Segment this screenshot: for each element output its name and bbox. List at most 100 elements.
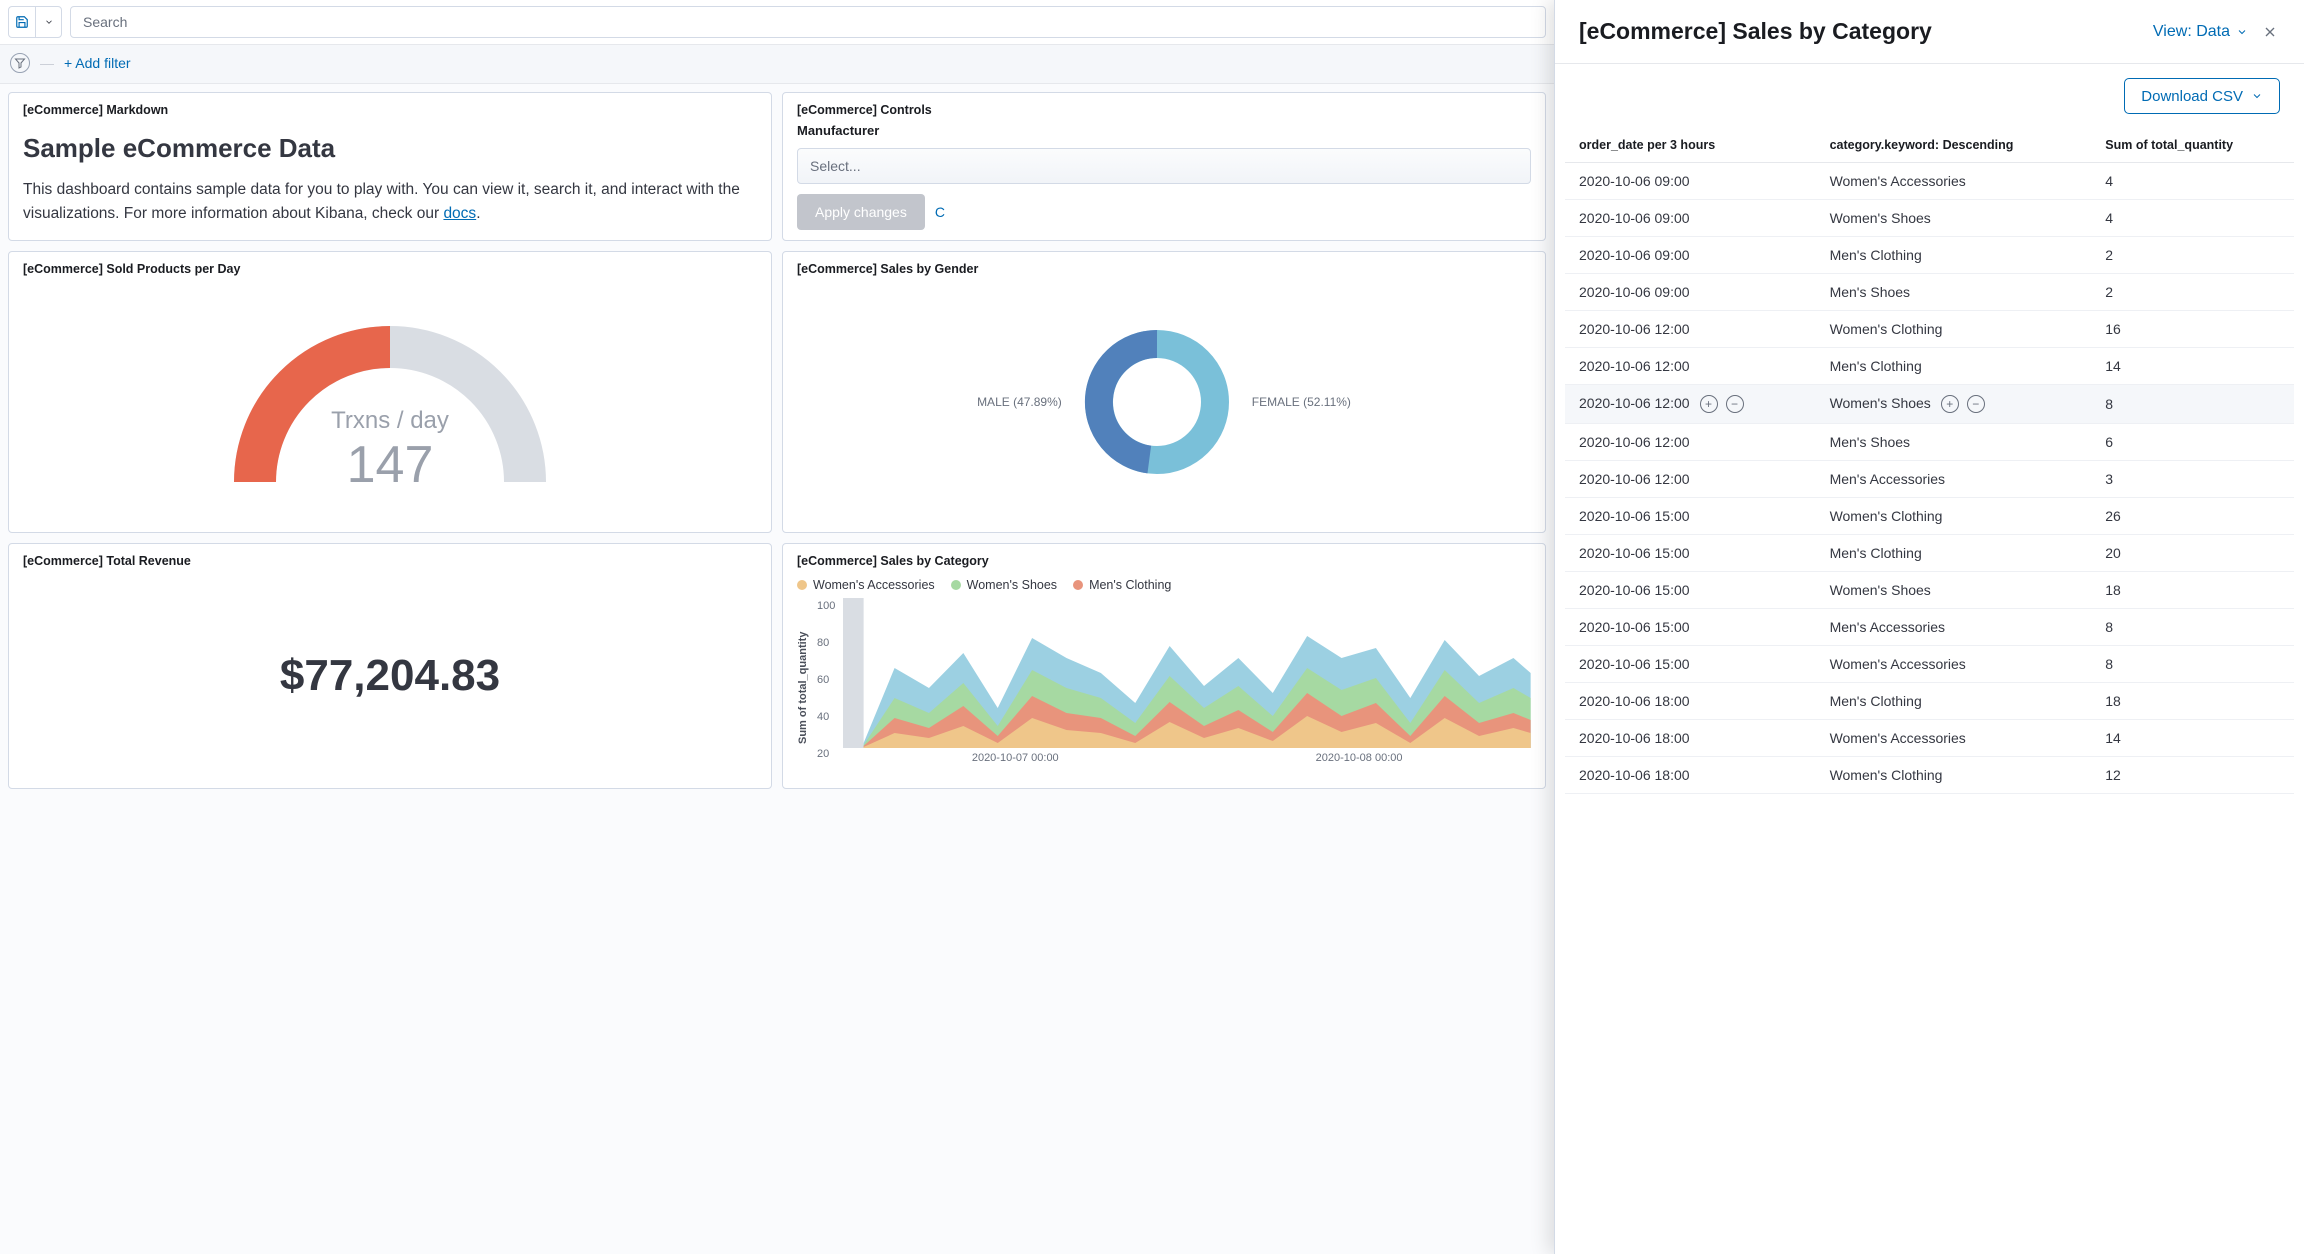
filter-bar: — + Add filter [0,45,1554,84]
cell-category: Women's Accessories [1816,720,2092,757]
markdown-body: This dashboard contains sample data for … [23,178,757,226]
female-label: FEMALE (52.11%) [1252,395,1351,409]
cell-date: 2020-10-06 12:00 [1565,461,1816,498]
table-row[interactable]: 2020-10-06 15:00Men's Clothing20 [1565,535,2294,572]
table-row[interactable]: 2020-10-06 18:00Men's Clothing18 [1565,683,2294,720]
filter-options-icon[interactable] [10,53,30,73]
table-row[interactable]: 2020-10-06 15:00Women's Shoes18 [1565,572,2294,609]
cell-date: 2020-10-06 09:00 [1565,274,1816,311]
cell-category: Men's Clothing [1816,683,2092,720]
filter-in-icon[interactable]: + [1700,395,1718,413]
legend-dot-icon [1073,580,1083,590]
cell-category: Men's Accessories [1816,609,2092,646]
cell-category: Women's Clothing [1816,757,2092,794]
add-filter-button[interactable]: + Add filter [64,55,131,71]
table-row[interactable]: 2020-10-06 12:00Men's Accessories3 [1565,461,2294,498]
cell-date: 2020-10-06 09:00 [1565,163,1816,200]
y-tick: 100 [817,600,835,612]
panel-title: [eCommerce] Total Revenue [23,554,757,568]
cell-date: 2020-10-06 12:00 [1565,424,1816,461]
search-input[interactable] [70,6,1546,38]
view-toggle[interactable]: View: Data [2153,23,2248,41]
panel-title: [eCommerce] Sales by Gender [797,262,1531,276]
top-toolbar [0,0,1554,45]
panel-title: [eCommerce] Markdown [23,103,757,117]
markdown-heading: Sample eCommerce Data [23,133,757,164]
save-query-group [8,6,62,38]
table-row[interactable]: 2020-10-06 12:00+−Women's Shoes+−8 [1565,385,2294,424]
panel-category: [eCommerce] Sales by Category Women's Ac… [782,543,1546,789]
y-axis-label: Sum of total_quantity [797,598,809,778]
legend-dot-icon [951,580,961,590]
docs-link[interactable]: docs [443,205,476,222]
table-row[interactable]: 2020-10-06 09:00Women's Accessories4 [1565,163,2294,200]
filter-separator: — [40,55,54,71]
apply-changes-button[interactable]: Apply changes [797,194,925,230]
col-header[interactable]: order_date per 3 hours [1565,128,1816,163]
download-csv-button[interactable]: Download CSV [2124,78,2280,114]
filter-in-icon[interactable]: + [1941,395,1959,413]
filter-out-icon[interactable]: − [1967,395,1985,413]
male-label: MALE (47.89%) [977,395,1062,409]
cell-date: 2020-10-06 12:00 [1565,311,1816,348]
filter-out-icon[interactable]: − [1726,395,1744,413]
cell-qty: 12 [2091,757,2294,794]
table-row[interactable]: 2020-10-06 12:00Women's Clothing16 [1565,311,2294,348]
table-row[interactable]: 2020-10-06 15:00Women's Accessories8 [1565,646,2294,683]
manufacturer-select[interactable]: Select... [797,148,1531,184]
table-row[interactable]: 2020-10-06 12:00Men's Clothing14 [1565,348,2294,385]
revenue-value: $77,204.83 [280,651,500,701]
save-query-icon[interactable] [9,7,35,37]
cell-date: 2020-10-06 18:00 [1565,683,1816,720]
cell-date: 2020-10-06 15:00 [1565,535,1816,572]
cell-date: 2020-10-06 18:00 [1565,720,1816,757]
cell-qty: 4 [2091,200,2294,237]
table-row[interactable]: 2020-10-06 18:00Women's Accessories14 [1565,720,2294,757]
y-tick: 40 [817,711,835,723]
col-header[interactable]: category.keyword: Descending [1816,128,2092,163]
save-dropdown-icon[interactable] [35,7,61,37]
cell-category: Men's Clothing [1816,237,2092,274]
cell-qty: 2 [2091,237,2294,274]
cell-date: 2020-10-06 09:00 [1565,200,1816,237]
table-row[interactable]: 2020-10-06 09:00Men's Clothing2 [1565,237,2294,274]
table-row[interactable]: 2020-10-06 09:00Men's Shoes2 [1565,274,2294,311]
close-icon[interactable] [2260,22,2280,42]
cell-qty: 8 [2091,646,2294,683]
chevron-down-icon [2251,90,2263,102]
table-row[interactable]: 2020-10-06 15:00Men's Accessories8 [1565,609,2294,646]
cancel-button-truncated[interactable]: C [935,204,945,220]
cell-qty: 8 [2091,385,2294,424]
area-chart [843,598,1531,748]
cell-category: Men's Accessories [1816,461,2092,498]
cell-qty: 26 [2091,498,2294,535]
cell-qty: 2 [2091,274,2294,311]
cell-qty: 14 [2091,720,2294,757]
cell-category: Women's Clothing [1816,311,2092,348]
table-row[interactable]: 2020-10-06 15:00Women's Clothing26 [1565,498,2294,535]
gauge-value: 147 [331,435,449,495]
gauge-label: Trxns / day [331,407,449,435]
chevron-down-icon [2236,26,2248,38]
legend-label: Men's Clothing [1089,578,1171,592]
panel-title: [eCommerce] Sold Products per Day [23,262,757,276]
cell-category: Women's Accessories [1816,646,2092,683]
cell-date: 2020-10-06 12:00 [1565,348,1816,385]
table-row[interactable]: 2020-10-06 09:00Women's Shoes4 [1565,200,2294,237]
y-tick: 60 [817,674,835,686]
cell-date: 2020-10-06 12:00+− [1565,385,1816,424]
table-row[interactable]: 2020-10-06 12:00Men's Shoes6 [1565,424,2294,461]
cell-date: 2020-10-06 15:00 [1565,646,1816,683]
cell-date: 2020-10-06 09:00 [1565,237,1816,274]
cell-qty: 16 [2091,311,2294,348]
cell-qty: 14 [2091,348,2294,385]
table-row[interactable]: 2020-10-06 18:00Women's Clothing12 [1565,757,2294,794]
cell-qty: 18 [2091,572,2294,609]
x-tick: 2020-10-08 00:00 [1316,752,1403,764]
cell-date: 2020-10-06 15:00 [1565,609,1816,646]
col-header[interactable]: Sum of total_quantity [2091,128,2294,163]
manufacturer-label: Manufacturer [797,123,1531,138]
cell-category: Women's Clothing [1816,498,2092,535]
legend-label: Women's Accessories [813,578,935,592]
data-table: order_date per 3 hours category.keyword:… [1565,128,2294,794]
